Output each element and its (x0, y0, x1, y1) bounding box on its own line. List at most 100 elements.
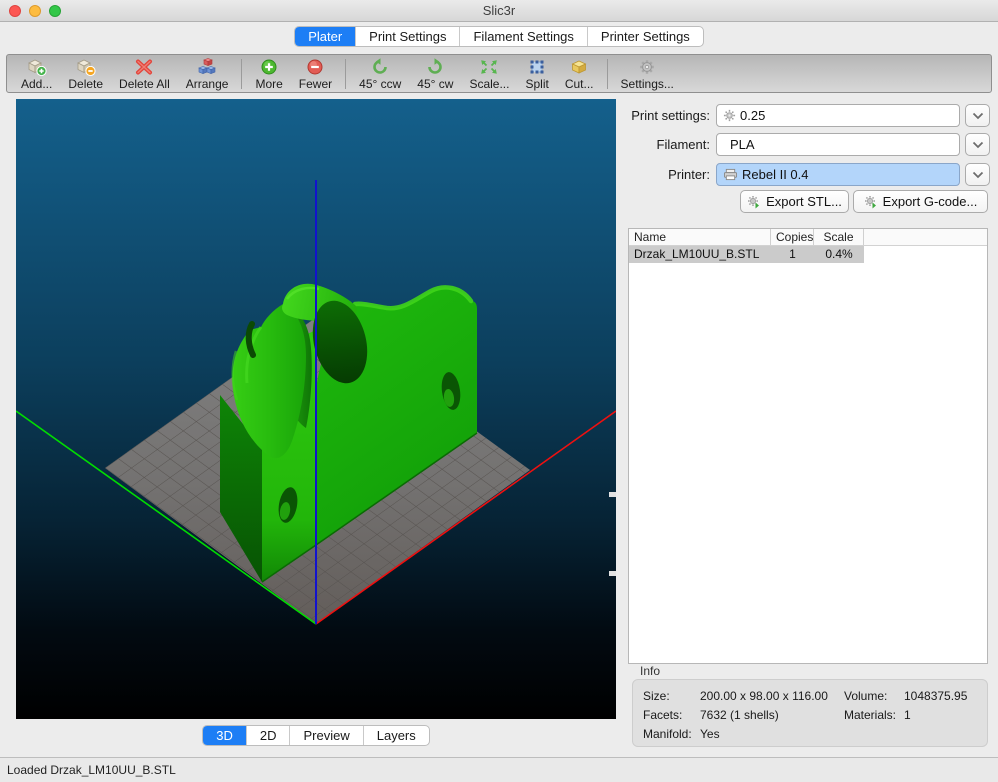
filament-combobox[interactable]: PLA (716, 133, 960, 156)
export-row: Export STL... Export G-code... (628, 190, 988, 213)
add-label: Add... (21, 77, 52, 91)
arrange-label: Arrange (186, 77, 229, 91)
facets-label: Facets: (643, 708, 682, 723)
cell-name: Drzak_LM10UU_B.STL (629, 246, 771, 263)
delete-all-label: Delete All (119, 77, 170, 91)
chevron-down-icon (972, 112, 984, 120)
delete-button[interactable]: Delete (60, 56, 111, 92)
filament-label: Filament: (628, 133, 710, 156)
cell-scale: 0.4% (814, 246, 864, 263)
info-box: Size: 200.00 x 98.00 x 116.00 Volume: 10… (632, 679, 988, 747)
chevron-down-icon (972, 141, 984, 149)
rotate-cw-label: 45° cw (417, 77, 453, 91)
delete-all-button[interactable]: Delete All (111, 56, 178, 92)
titlebar: Slic3r (0, 0, 998, 22)
delete-box-icon (75, 57, 97, 77)
print-settings-value: 0.25 (740, 108, 765, 123)
tab-preview[interactable]: Preview (289, 726, 362, 745)
settings-label: Settings... (621, 77, 674, 91)
tab-filament-settings[interactable]: Filament Settings (459, 27, 586, 46)
materials-label: Materials: (844, 708, 896, 723)
chevron-down-icon (972, 171, 984, 179)
filament-value: PLA (730, 137, 755, 152)
export-gcode-button[interactable]: Export G-code... (853, 190, 988, 213)
fewer-button[interactable]: Fewer (291, 56, 340, 92)
cut-box-icon (568, 57, 590, 77)
cell-copies: 1 (771, 246, 814, 263)
column-header-scale[interactable]: Scale (814, 229, 864, 245)
viewport-tabstrip: 3D 2D Preview Layers (16, 725, 616, 746)
print-settings-label: Print settings: (628, 104, 710, 127)
print-settings-dropdown-button[interactable] (965, 104, 990, 127)
status-bar: Loaded Drzak_LM10UU_B.STL (0, 757, 998, 782)
slic3r-window: Slic3r Plater Print Settings Filament Se… (0, 0, 998, 782)
export-gear-icon (747, 195, 761, 209)
arrange-button[interactable]: Arrange (178, 56, 237, 92)
tab-print-settings[interactable]: Print Settings (355, 27, 459, 46)
cut-label: Cut... (565, 77, 594, 91)
rotate-ccw-label: 45° ccw (359, 77, 401, 91)
rotate-ccw-button[interactable]: 45° ccw (351, 56, 409, 92)
split-label: Split (525, 77, 548, 91)
printer-label: Printer: (628, 163, 710, 186)
split-button[interactable]: Split (517, 56, 556, 92)
settings-button[interactable]: Settings... (613, 56, 682, 92)
toolbar-separator (345, 59, 346, 89)
manifold-label: Manifold: (643, 727, 692, 742)
tab-layers[interactable]: Layers (363, 726, 429, 745)
tab-plater[interactable]: Plater (295, 27, 355, 46)
toolbar: Add... Delete Delete All (6, 54, 992, 93)
info-section-title: Info (640, 664, 660, 678)
table-row[interactable]: Drzak_LM10UU_B.STL 1 0.4% (629, 246, 987, 263)
column-header-copies[interactable]: Copies (771, 229, 814, 245)
printer-value: Rebel II 0.4 (742, 167, 809, 182)
edge-tick (609, 492, 616, 497)
printer-icon (723, 168, 738, 181)
materials-value: 1 (904, 708, 911, 723)
more-label: More (255, 77, 282, 91)
scale-button[interactable]: Scale... (461, 56, 517, 92)
export-stl-label: Export STL... (766, 194, 842, 209)
settings-gear-icon (636, 57, 658, 77)
filament-dropdown-button[interactable] (965, 133, 990, 156)
fewer-label: Fewer (299, 77, 332, 91)
add-box-icon (26, 57, 48, 77)
tab-printer-settings[interactable]: Printer Settings (587, 27, 703, 46)
manifold-value: Yes (700, 727, 720, 742)
export-gcode-label: Export G-code... (883, 194, 978, 209)
main-tabstrip: Plater Print Settings Filament Settings … (0, 26, 998, 47)
printer-combobox[interactable]: Rebel II 0.4 (716, 163, 960, 186)
volume-label: Volume: (844, 689, 887, 704)
facets-value: 7632 (1 shells) (700, 708, 779, 723)
split-handles-icon (526, 57, 548, 77)
cut-button[interactable]: Cut... (557, 56, 602, 92)
fewer-minus-icon (304, 57, 326, 77)
toolbar-separator (241, 59, 242, 89)
scale-arrows-icon (478, 57, 500, 77)
add-button[interactable]: Add... (13, 56, 60, 92)
export-stl-button[interactable]: Export STL... (740, 190, 849, 213)
delete-all-x-icon (133, 57, 155, 77)
rotate-cw-icon (424, 57, 446, 77)
toolbar-separator (607, 59, 608, 89)
window-title: Slic3r (0, 0, 998, 22)
viewport-3d[interactable] (16, 99, 616, 719)
objects-table[interactable]: Name Copies Scale Drzak_LM10UU_B.STL 1 0… (628, 228, 988, 664)
more-button[interactable]: More (247, 56, 290, 92)
scale-label: Scale... (469, 77, 509, 91)
rotate-ccw-icon (369, 57, 391, 77)
viewport-canvas (16, 99, 616, 719)
tab-2d[interactable]: 2D (246, 726, 290, 745)
print-settings-combobox[interactable]: 0.25 (716, 104, 960, 127)
size-value: 200.00 x 98.00 x 116.00 (700, 689, 828, 704)
delete-label: Delete (68, 77, 103, 91)
column-header-name[interactable]: Name (629, 229, 771, 245)
printer-dropdown-button[interactable] (965, 163, 990, 186)
size-label: Size: (643, 689, 670, 704)
settings-panel: Print settings: 0.25 Filament: (628, 99, 988, 749)
rotate-cw-button[interactable]: 45° cw (409, 56, 461, 92)
edge-tick (609, 571, 616, 576)
tab-3d[interactable]: 3D (203, 726, 246, 745)
volume-value: 1048375.95 (904, 689, 967, 704)
more-plus-icon (258, 57, 280, 77)
